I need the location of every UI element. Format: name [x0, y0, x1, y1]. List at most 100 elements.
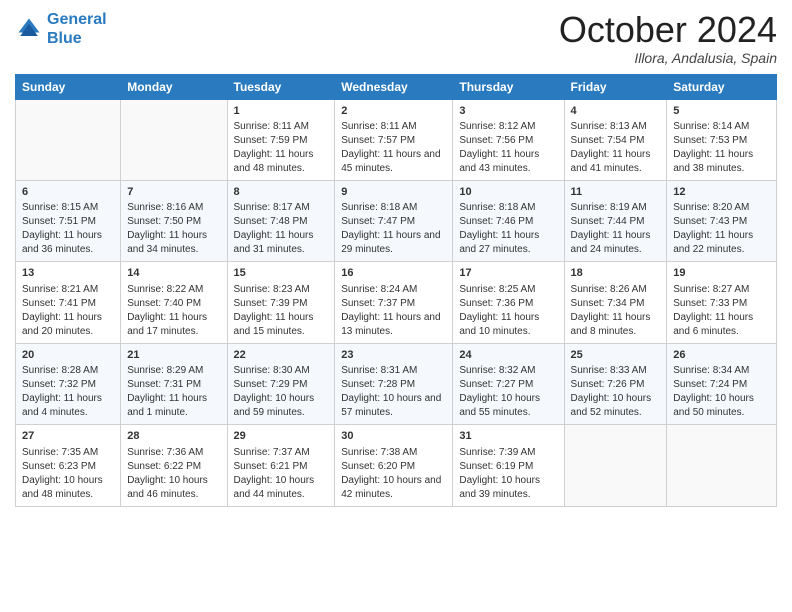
day-info: Sunrise: 8:21 AMSunset: 7:41 PMDaylight:…	[22, 283, 114, 339]
calendar-cell: 17 Sunrise: 8:25 AMSunset: 7:36 PMDayligh…	[453, 262, 564, 343]
day-number: 2	[341, 104, 446, 119]
calendar-cell: 18Sunrise: 8:26 AMSunset: 7:34 PMDayligh…	[564, 262, 667, 343]
day-number: 5	[673, 104, 770, 119]
logo-icon	[15, 15, 43, 43]
calendar-cell: 26Sunrise: 8:34 AMSunset: 7:24 PMDayligh…	[667, 343, 777, 424]
calendar-week-row: 13 Sunrise: 8:21 AMSunset: 7:41 PMDayligh…	[16, 262, 777, 343]
day-info: Sunrise: 8:32 AMSunset: 7:27 PMDaylight:…	[459, 364, 557, 420]
calendar-cell: 25Sunrise: 8:33 AMSunset: 7:26 PMDayligh…	[564, 343, 667, 424]
day-number: 4	[571, 104, 661, 119]
calendar-cell: 24Sunrise: 8:32 AMSunset: 7:27 PMDayligh…	[453, 343, 564, 424]
day-number: 26	[673, 348, 770, 363]
day-info: Sunrise: 8:26 AMSunset: 7:34 PMDaylight:…	[571, 283, 661, 339]
calendar-cell	[16, 99, 121, 180]
day-number: 7	[127, 185, 220, 200]
day-number: 23	[341, 348, 446, 363]
calendar-week-row: 27 Sunrise: 7:35 AMSunset: 6:23 PMDayligh…	[16, 425, 777, 506]
calendar-cell: 8Sunrise: 8:17 AMSunset: 7:48 PMDaylight…	[227, 180, 335, 261]
calendar-cell: 7Sunrise: 8:16 AMSunset: 7:50 PMDaylight…	[121, 180, 227, 261]
calendar-cell: 21Sunrise: 8:29 AMSunset: 7:31 PMDayligh…	[121, 343, 227, 424]
calendar-cell	[564, 425, 667, 506]
calendar-cell: 30 Sunrise: 7:38 AMSunset: 6:20 PMDayligh…	[335, 425, 453, 506]
day-info: Sunrise: 8:18 AMSunset: 7:47 PMDaylight:…	[341, 201, 446, 257]
day-info: Sunrise: 7:38 AMSunset: 6:20 PMDaylight:…	[341, 446, 446, 502]
logo-line2: Blue	[47, 30, 82, 47]
day-info: Sunrise: 8:30 AMSunset: 7:29 PMDaylight:…	[234, 364, 329, 420]
calendar-cell: 23Sunrise: 8:31 AMSunset: 7:28 PMDayligh…	[335, 343, 453, 424]
header-tuesday: Tuesday	[227, 74, 335, 99]
day-number: 25	[571, 348, 661, 363]
day-info: Sunrise: 8:28 AMSunset: 7:32 PMDaylight:…	[22, 364, 114, 420]
header-monday: Monday	[121, 74, 227, 99]
calendar-cell: 1Sunrise: 8:11 AMSunset: 7:59 PMDaylight…	[227, 99, 335, 180]
day-info: Sunrise: 8:11 AMSunset: 7:59 PMDaylight:…	[234, 120, 329, 176]
day-info: Sunrise: 8:13 AMSunset: 7:54 PMDaylight:…	[571, 120, 661, 176]
calendar-cell: 3Sunrise: 8:12 AMSunset: 7:56 PMDaylight…	[453, 99, 564, 180]
day-number: 6	[22, 185, 114, 200]
day-number: 27	[22, 429, 114, 444]
logo: General Blue	[15, 10, 107, 48]
logo-line1: General	[47, 11, 107, 28]
day-info: Sunrise: 8:34 AMSunset: 7:24 PMDaylight:…	[673, 364, 770, 420]
day-number: 15	[234, 266, 329, 281]
calendar-cell: 11Sunrise: 8:19 AMSunset: 7:44 PMDayligh…	[564, 180, 667, 261]
day-info: Sunrise: 8:17 AMSunset: 7:48 PMDaylight:…	[234, 201, 329, 257]
day-info: Sunrise: 8:23 AMSunset: 7:39 PMDaylight:…	[234, 283, 329, 339]
calendar-cell: 13 Sunrise: 8:21 AMSunset: 7:41 PMDayligh…	[16, 262, 121, 343]
day-number: 20	[22, 348, 114, 363]
calendar-cell: 28Sunrise: 7:36 AMSunset: 6:22 PMDayligh…	[121, 425, 227, 506]
day-number: 22	[234, 348, 329, 363]
calendar-cell: 9Sunrise: 8:18 AMSunset: 7:47 PMDaylight…	[335, 180, 453, 261]
location: Illora, Andalusia, Spain	[559, 50, 777, 66]
day-number: 19	[673, 266, 770, 281]
calendar-cell: 4Sunrise: 8:13 AMSunset: 7:54 PMDaylight…	[564, 99, 667, 180]
header-friday: Friday	[564, 74, 667, 99]
calendar-cell: 31Sunrise: 7:39 AMSunset: 6:19 PMDayligh…	[453, 425, 564, 506]
calendar-header-row: SundayMondayTuesdayWednesdayThursdayFrid…	[16, 74, 777, 99]
day-info: Sunrise: 8:31 AMSunset: 7:28 PMDaylight:…	[341, 364, 446, 420]
day-info: Sunrise: 8:12 AMSunset: 7:56 PMDaylight:…	[459, 120, 557, 176]
day-info: Sunrise: 8:11 AMSunset: 7:57 PMDaylight:…	[341, 120, 446, 176]
day-number: 30	[341, 429, 446, 444]
calendar-cell: 16 Sunrise: 8:24 AMSunset: 7:37 PMDayligh…	[335, 262, 453, 343]
calendar-cell: 12Sunrise: 8:20 AMSunset: 7:43 PMDayligh…	[667, 180, 777, 261]
day-number: 12	[673, 185, 770, 200]
calendar-week-row: 20Sunrise: 8:28 AMSunset: 7:32 PMDayligh…	[16, 343, 777, 424]
day-number: 11	[571, 185, 661, 200]
day-info: Sunrise: 8:29 AMSunset: 7:31 PMDaylight:…	[127, 364, 220, 420]
day-number: 8	[234, 185, 329, 200]
calendar-week-row: 6Sunrise: 8:15 AMSunset: 7:51 PMDaylight…	[16, 180, 777, 261]
calendar-cell: 29 Sunrise: 7:37 AMSunset: 6:21 PMDayligh…	[227, 425, 335, 506]
calendar-cell: 2Sunrise: 8:11 AMSunset: 7:57 PMDaylight…	[335, 99, 453, 180]
logo-text: General Blue	[47, 10, 107, 48]
day-number: 10	[459, 185, 557, 200]
day-number: 17	[459, 266, 557, 281]
day-number: 9	[341, 185, 446, 200]
day-info: Sunrise: 8:33 AMSunset: 7:26 PMDaylight:…	[571, 364, 661, 420]
day-number: 21	[127, 348, 220, 363]
calendar-cell: 15 Sunrise: 8:23 AMSunset: 7:39 PMDayligh…	[227, 262, 335, 343]
day-info: Sunrise: 7:35 AMSunset: 6:23 PMDaylight:…	[22, 446, 114, 502]
day-number: 24	[459, 348, 557, 363]
header-thursday: Thursday	[453, 74, 564, 99]
day-number: 14	[127, 266, 220, 281]
day-number: 3	[459, 104, 557, 119]
day-info: Sunrise: 8:14 AMSunset: 7:53 PMDaylight:…	[673, 120, 770, 176]
day-info: Sunrise: 8:24 AMSunset: 7:37 PMDaylight:…	[341, 283, 446, 339]
calendar-cell: 22Sunrise: 8:30 AMSunset: 7:29 PMDayligh…	[227, 343, 335, 424]
day-info: Sunrise: 8:20 AMSunset: 7:43 PMDaylight:…	[673, 201, 770, 257]
day-number: 13	[22, 266, 114, 281]
day-info: Sunrise: 8:19 AMSunset: 7:44 PMDaylight:…	[571, 201, 661, 257]
month-title: October 2024	[559, 10, 777, 50]
day-info: Sunrise: 8:25 AMSunset: 7:36 PMDaylight:…	[459, 283, 557, 339]
day-number: 16	[341, 266, 446, 281]
header-wednesday: Wednesday	[335, 74, 453, 99]
day-number: 28	[127, 429, 220, 444]
day-info: Sunrise: 8:15 AMSunset: 7:51 PMDaylight:…	[22, 201, 114, 257]
calendar-cell: 14Sunrise: 8:22 AMSunset: 7:40 PMDayligh…	[121, 262, 227, 343]
title-block: October 2024 Illora, Andalusia, Spain	[559, 10, 777, 66]
day-number: 29	[234, 429, 329, 444]
header-saturday: Saturday	[667, 74, 777, 99]
day-info: Sunrise: 7:37 AMSunset: 6:21 PMDaylight:…	[234, 446, 329, 502]
calendar-cell	[121, 99, 227, 180]
